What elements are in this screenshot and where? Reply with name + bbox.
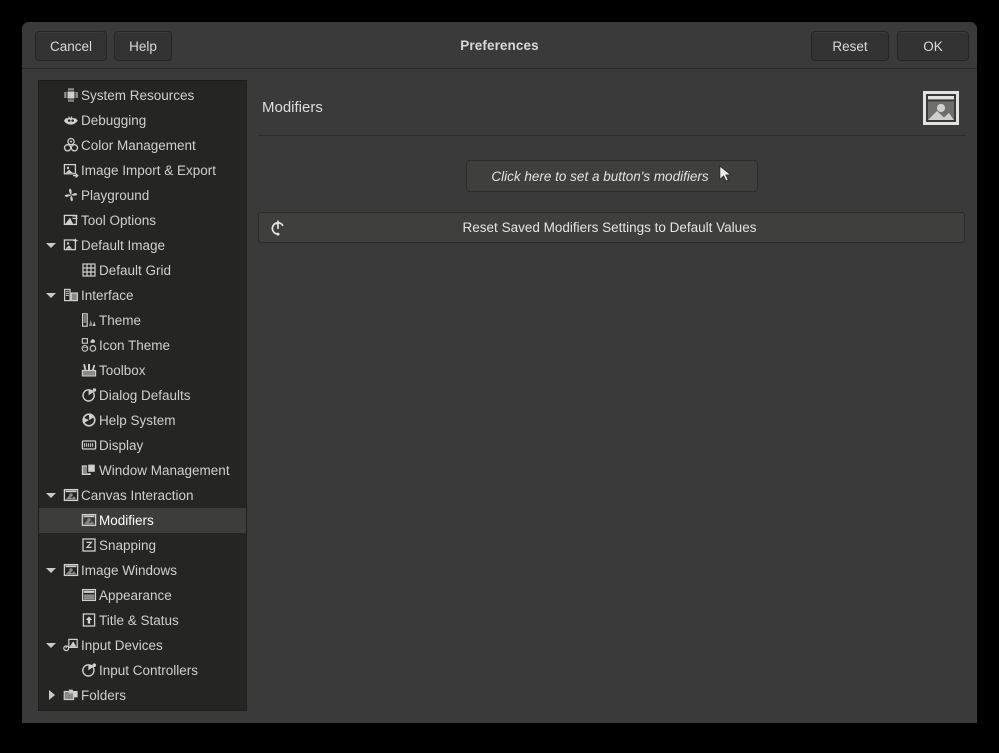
sidebar-item-input-devices[interactable]: Input Devices [39,633,246,658]
dialog-body: System ResourcesDebuggingColor Managemen… [22,69,977,723]
sidebar-item-canvas-interaction[interactable]: Canvas Interaction [39,483,246,508]
import-export-icon [63,162,79,178]
mouse-pointer-icon [718,165,733,187]
sidebar-item-modifiers[interactable]: Modifiers [39,508,246,533]
new-image-icon [63,237,79,253]
sidebar-item-image-windows[interactable]: Image Windows [39,558,246,583]
color-wheels-icon [63,137,79,153]
input-controllers-icon [81,662,97,678]
modifiers-icon [81,512,97,528]
canvas-interaction-icon [922,89,960,127]
sidebar-item-tool-options[interactable]: Tool Options [39,208,246,233]
sidebar-item-label: Dialog Defaults [39,383,191,408]
chevron-down-icon[interactable] [46,243,56,248]
sidebar-item-image-import-export[interactable]: Image Import & Export [39,158,246,183]
folders-icon [63,687,79,703]
sidebar-item-playground[interactable]: Playground [39,183,246,208]
wilber-mascot-icon [63,112,79,128]
help-system-icon [81,412,97,428]
grid-icon [81,262,97,278]
page-header: Modifiers [258,80,966,136]
sidebar-item-toolbox[interactable]: Toolbox [39,358,246,383]
reset-saved-modifiers-label: Reset Saved Modifiers Settings to Defaul… [259,220,964,235]
sidebar-item-input-controllers[interactable]: Input Controllers [39,658,246,683]
sidebar-item-window-management[interactable]: Window Management [39,458,246,483]
sidebar-item-label: Title & Status [39,608,179,633]
sidebar-item-icon-theme[interactable]: Icon Theme [39,333,246,358]
reset-arrow-icon [269,219,287,237]
sidebar-item-label: Help System [39,408,176,433]
sidebar-item-label: Icon Theme [39,333,170,358]
sidebar-item-label: Default Grid [39,258,171,283]
cancel-button[interactable]: Cancel [35,31,107,61]
canvas-interaction-icon [63,487,79,503]
sidebar-item-title-status[interactable]: Title & Status [39,608,246,633]
appearance-icon [81,587,97,603]
page-title: Modifiers [262,99,323,116]
chevron-down-icon[interactable] [46,568,56,573]
reset-button[interactable]: Reset [811,31,889,61]
sidebar-item-theme[interactable]: Theme [39,308,246,333]
sidebar-item-label: Appearance [39,583,172,608]
chevron-down-icon[interactable] [46,493,56,498]
chevron-down-icon[interactable] [46,643,56,648]
page-content: Click here to set a button's modifiers [258,136,966,711]
title-status-icon [81,612,97,628]
window-management-icon [81,462,97,478]
image-windows-icon [63,562,79,578]
sidebar-item-color-management[interactable]: Color Management [39,133,246,158]
sidebar-item-folders[interactable]: Folders [39,683,246,708]
sidebar-item-label: Input Devices [39,633,163,658]
snapping-icon [81,537,97,553]
theme-icon [81,312,97,328]
input-devices-icon [63,637,79,653]
dialog-header-bar: Preferences Cancel Help Reset OK [22,22,977,69]
sidebar-item-default-image[interactable]: Default Image [39,233,246,258]
chevron-right-icon[interactable] [49,690,55,700]
sidebar-item-dialog-defaults[interactable]: Dialog Defaults [39,383,246,408]
icon-theme-icon [81,337,97,353]
sidebar-item-help-system[interactable]: Help System [39,408,246,433]
reset-saved-modifiers-button[interactable]: Reset Saved Modifiers Settings to Defaul… [258,212,965,243]
sidebar-item-label: Playground [39,183,149,208]
ok-button[interactable]: OK [897,31,969,61]
dialog-defaults-icon [81,387,97,403]
interface-icon [63,287,79,303]
sidebar-item-label: Window Management [39,458,230,483]
display-icon [81,437,97,453]
chevron-down-icon[interactable] [46,293,56,298]
sidebar-item-label: Image Windows [39,558,177,583]
sidebar-item-label: Tool Options [39,208,156,233]
sidebar-item-appearance[interactable]: Appearance [39,583,246,608]
sidebar-item-label: Default Image [39,233,165,258]
toolbox-icon [81,362,97,378]
preferences-dialog: Preferences Cancel Help Reset OK System … [22,22,977,723]
sidebar-item-label: Input Controllers [39,658,198,683]
sidebar-item-snapping[interactable]: Snapping [39,533,246,558]
sidebar-item-system-resources[interactable]: System Resources [39,83,246,108]
set-button-modifiers-button[interactable]: Click here to set a button's modifiers [466,160,758,192]
tool-options-icon [63,212,79,228]
preferences-category-tree[interactable]: System ResourcesDebuggingColor Managemen… [38,80,247,711]
pinwheel-icon [63,187,79,203]
cpu-chip-icon [63,87,79,103]
preferences-page: Modifiers Click here to set a button's m… [258,80,966,711]
set-button-modifiers-label: Click here to set a button's modifiers [491,169,708,184]
help-button[interactable]: Help [114,31,172,61]
sidebar-item-interface[interactable]: Interface [39,283,246,308]
sidebar-item-default-grid[interactable]: Default Grid [39,258,246,283]
sidebar-item-debugging[interactable]: Debugging [39,108,246,133]
sidebar-item-display[interactable]: Display [39,433,246,458]
sidebar-item-label: Debugging [39,108,146,133]
sidebar-item-label: Snapping [39,533,156,558]
